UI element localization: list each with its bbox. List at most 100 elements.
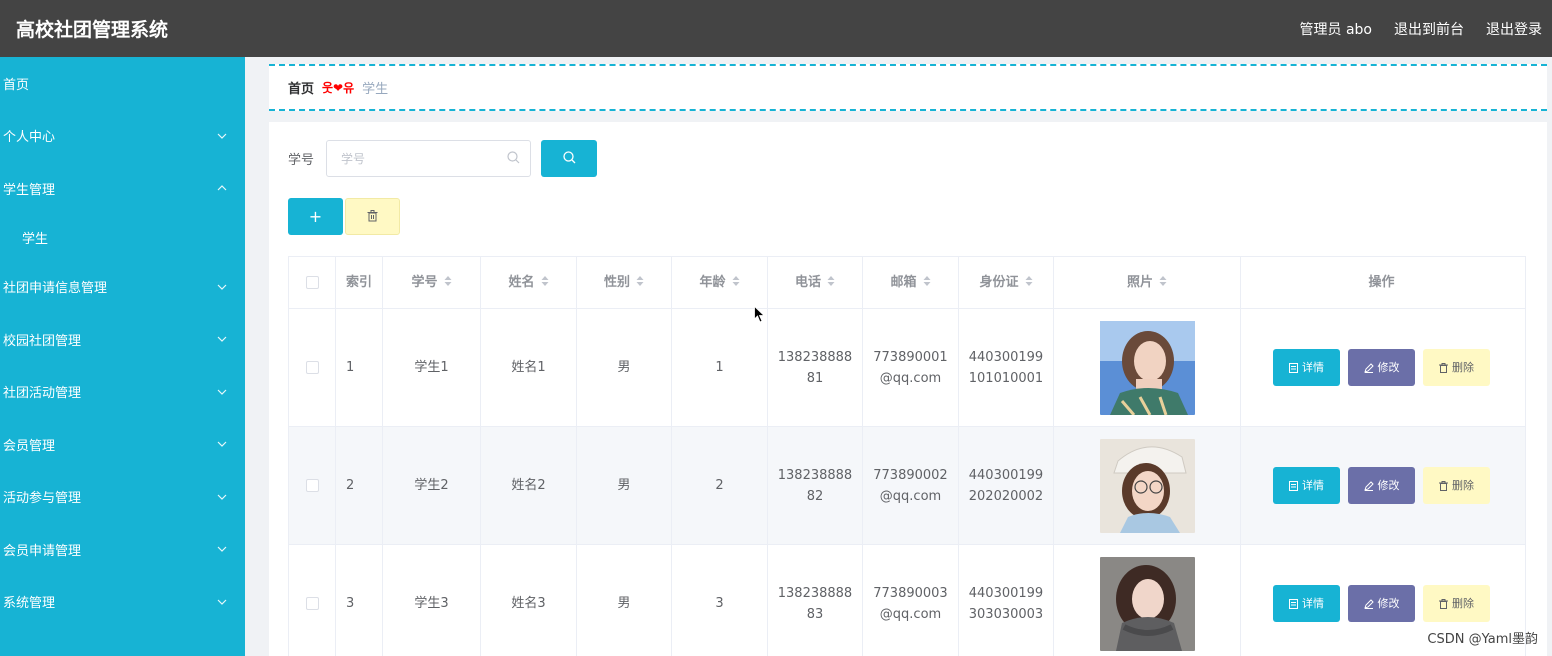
header-label: 索引 <box>345 275 372 290</box>
sidebar-item-label: 会员申请管理 <box>3 543 82 559</box>
search-icon <box>507 149 520 168</box>
edit-button[interactable]: 修改 <box>1348 349 1415 386</box>
sidebar-item-campus-club[interactable]: 校园社团管理 <box>0 313 245 366</box>
sidebar-item-label: 活动参与管理 <box>3 491 82 507</box>
cell-id-line2: 303030003 <box>968 606 1044 622</box>
cell-index: 2 <box>336 427 383 544</box>
sidebar-item-home[interactable]: 首页 <box>0 57 245 110</box>
detail-button[interactable]: 详情 <box>1273 349 1340 386</box>
student-photo[interactable] <box>1099 320 1195 415</box>
row-checkbox-cell <box>289 545 336 656</box>
row-checkbox[interactable] <box>305 597 319 610</box>
sidebar-item-member[interactable]: 会员管理 <box>0 418 245 471</box>
delete-button[interactable]: 删除 <box>1423 349 1490 386</box>
table-header: 索引 学号 姓名 性别 年龄 电话 邮箱 身份证 照片 操作 <box>289 257 1525 309</box>
search-input[interactable] <box>341 151 492 166</box>
sidebar-item-system[interactable]: 系统管理 <box>0 576 245 629</box>
detail-button[interactable]: 详情 <box>1273 585 1340 622</box>
sidebar-item-student-management[interactable]: 学生管理 <box>0 162 245 215</box>
detail-label: 详情 <box>1302 479 1324 492</box>
pencil-icon <box>1363 598 1374 609</box>
edit-label: 修改 <box>1377 479 1400 492</box>
header-sex[interactable]: 性别 <box>577 257 672 308</box>
sidebar-item-student[interactable]: 学生 <box>0 215 245 261</box>
add-button[interactable]: + <box>288 198 343 235</box>
breadcrumb-separator: 웃❤유 <box>322 81 355 95</box>
delete-label: 删除 <box>1452 479 1474 492</box>
logout-link[interactable]: 退出登录 <box>1486 19 1542 39</box>
cell-mail: 773890001 @qq.com <box>863 309 959 426</box>
cell-idcard: 440300199 303030003 <box>959 545 1054 656</box>
back-to-frontend-link[interactable]: 退出到前台 <box>1394 19 1464 39</box>
cell-photo <box>1054 427 1241 544</box>
cell-id-line1: 440300199 <box>968 467 1044 483</box>
search-input-wrapper[interactable] <box>326 140 532 177</box>
breadcrumb: 首页 웃❤유 学生 <box>269 64 1547 111</box>
search-icon <box>562 149 576 168</box>
header-label: 身份证 <box>979 275 1019 290</box>
row-actions: 详情 修改 删除 <box>1273 585 1490 622</box>
batch-delete-button[interactable] <box>345 198 400 235</box>
sort-icon[interactable] <box>1159 272 1167 293</box>
trash-icon <box>1439 598 1448 609</box>
cell-name: 姓名3 <box>481 545 577 656</box>
breadcrumb-home[interactable]: 首页 <box>288 78 314 97</box>
student-photo[interactable] <box>1099 556 1195 651</box>
select-all-checkbox[interactable] <box>305 276 319 289</box>
document-icon <box>1289 362 1298 373</box>
header-links: 管理员 abo 退出到前台 退出登录 <box>1278 19 1552 39</box>
cell-photo <box>1054 309 1241 426</box>
sort-icon[interactable] <box>923 272 931 293</box>
sidebar-item-club-application-info[interactable]: 社团申请信息管理 <box>0 261 245 314</box>
header-label: 照片 <box>1126 275 1153 290</box>
sidebar-item-label: 学生 <box>22 232 49 247</box>
cell-mail: 773890003 @qq.com <box>863 545 959 656</box>
edit-button[interactable]: 修改 <box>1348 585 1415 622</box>
sidebar-item-label: 社团申请信息管理 <box>3 281 108 297</box>
sort-icon[interactable] <box>827 272 835 293</box>
pencil-icon <box>1363 480 1374 491</box>
header-photo[interactable]: 照片 <box>1054 257 1241 308</box>
table-row: 1 学生1 姓名1 男 1 138238888 81 773890001 @qq.c… <box>289 309 1525 427</box>
cell-name: 姓名2 <box>481 427 577 544</box>
header-phone[interactable]: 电话 <box>768 257 863 308</box>
row-checkbox[interactable] <box>305 361 319 374</box>
cell-idcard: 440300199 101010001 <box>959 309 1054 426</box>
cell-phone-line1: 138238888 <box>777 349 853 365</box>
header-label: 电话 <box>794 275 821 290</box>
sidebar-item-label: 校园社团管理 <box>3 333 82 349</box>
row-checkbox[interactable] <box>305 479 319 492</box>
document-icon <box>1289 598 1298 609</box>
sort-icon[interactable] <box>1025 272 1033 293</box>
delete-button[interactable]: 删除 <box>1423 585 1490 622</box>
content-panel: 学号 + 索引 学号 姓名 性别 年龄 电话 <box>269 122 1547 656</box>
sidebar-item-member-application[interactable]: 会员申请管理 <box>0 523 245 576</box>
header-age[interactable]: 年龄 <box>672 257 768 308</box>
search-button[interactable] <box>541 140 598 177</box>
delete-button[interactable]: 删除 <box>1423 467 1490 504</box>
detail-button[interactable]: 详情 <box>1273 467 1340 504</box>
sort-icon[interactable] <box>541 272 549 293</box>
header-idcard[interactable]: 身份证 <box>959 257 1054 308</box>
row-actions: 详情 修改 删除 <box>1273 349 1490 386</box>
cell-mail-line2: @qq.com <box>879 370 942 386</box>
sidebar-item-activity-participation[interactable]: 活动参与管理 <box>0 471 245 524</box>
sidebar-item-club-activity[interactable]: 社团活动管理 <box>0 366 245 419</box>
edit-button[interactable]: 修改 <box>1348 467 1415 504</box>
sort-icon[interactable] <box>636 272 644 293</box>
header-ops: 操作 <box>1241 257 1522 308</box>
header-name[interactable]: 姓名 <box>481 257 577 308</box>
header-sno[interactable]: 学号 <box>383 257 481 308</box>
trash-icon <box>1439 362 1448 373</box>
mouse-cursor-icon <box>754 305 766 327</box>
cell-ops: 详情 修改 删除 <box>1241 309 1522 426</box>
sort-icon[interactable] <box>732 272 740 293</box>
admin-user-link[interactable]: 管理员 abo <box>1300 19 1372 39</box>
student-photo[interactable] <box>1099 438 1195 533</box>
cell-name: 姓名1 <box>481 309 577 426</box>
header-mail[interactable]: 邮箱 <box>863 257 959 308</box>
sidebar-item-label: 社团活动管理 <box>3 386 82 402</box>
sidebar-item-label: 个人中心 <box>3 130 56 146</box>
sidebar-item-personal-center[interactable]: 个人中心 <box>0 110 245 163</box>
sort-icon[interactable] <box>444 272 452 293</box>
